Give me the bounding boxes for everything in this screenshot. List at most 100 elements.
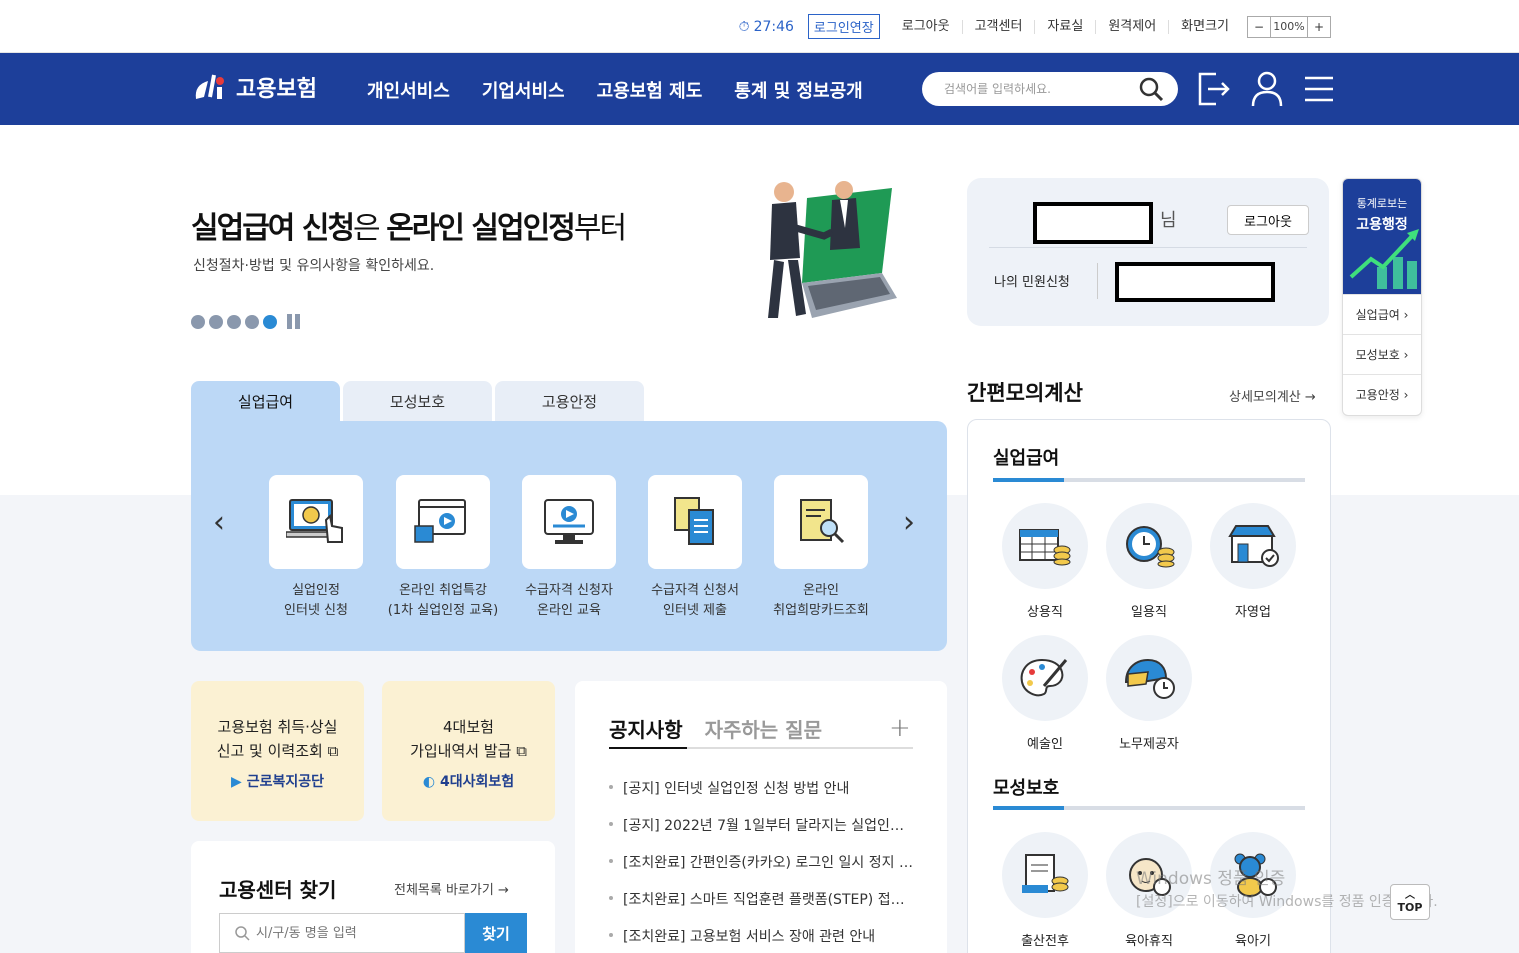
- redacted-username: [1033, 202, 1153, 244]
- calc-regular-worker[interactable]: 상용직: [1000, 503, 1090, 620]
- redacted-requests: [1115, 262, 1275, 302]
- notice-item[interactable]: [조치완료] 고용보험 서비스 장애 관련 안내: [609, 926, 913, 953]
- laptop-payment-icon: [286, 499, 343, 543]
- utility-bar: ⏱ 27:46 로그인연장 로그아웃 고객센터 자료실 원격제어 화면크기 − …: [0, 0, 1519, 53]
- panel-logout-button[interactable]: 로그아웃: [1227, 205, 1309, 235]
- hero-subtitle: 신청절차·방법 및 유의사항을 확인하세요.: [193, 258, 435, 274]
- 4insure-logo-icon: ◐: [422, 774, 436, 790]
- scroll-top-button[interactable]: ︿ TOP: [1390, 884, 1430, 920]
- hero-title: 실업급여 신청은 온라인 실업인정부터: [191, 203, 627, 247]
- card-brand-comwel: ▶ 근로복지공단: [191, 771, 364, 791]
- calc-item-label: 육아휴직: [1125, 934, 1173, 949]
- service-online-education[interactable]: 수급자격 신청자 온라인 교육: [506, 475, 632, 621]
- section-bar-active: [993, 806, 1064, 810]
- session-timer: ⏱ 27:46: [739, 19, 794, 35]
- region-input[interactable]: [256, 925, 456, 941]
- stats-banner[interactable]: 통계로보는 고용행정: [1343, 179, 1421, 294]
- menu-icon[interactable]: [1301, 70, 1337, 108]
- divider: [989, 247, 1307, 248]
- service-label: 온라인 취업희망카드조회: [773, 583, 869, 618]
- slide-dot[interactable]: [209, 314, 223, 329]
- quick-maternity[interactable]: 모성보호 ›: [1343, 334, 1421, 374]
- service-online-certification[interactable]: 실업인정 인터넷 신청: [253, 475, 379, 621]
- slide-dot[interactable]: [191, 314, 205, 329]
- hero-title-part4: 부터: [573, 211, 627, 246]
- quick-panel: 통계로보는 고용행정 실업급여 › 모성보호 › 고용안정 ›: [1342, 178, 1422, 416]
- slide-dot-active[interactable]: [263, 314, 277, 329]
- nav-insurance-system[interactable]: 고용보험 제도: [597, 77, 703, 103]
- quick-unemployment[interactable]: 실업급여 ›: [1343, 294, 1421, 334]
- notice-item[interactable]: [조치완료] 간편인증(카카오) 로그인 일시 정지 안내: [609, 852, 913, 889]
- detail-calc-link[interactable]: 상세모의계산 →: [1229, 386, 1316, 405]
- logout-link[interactable]: 로그아웃: [890, 19, 962, 34]
- archive-link[interactable]: 자료실: [1034, 19, 1095, 34]
- tab-unemployment[interactable]: 실업급여: [191, 381, 340, 422]
- hero-title-part2: 은: [353, 211, 387, 246]
- find-button[interactable]: 찾기: [465, 913, 527, 953]
- more-plus-icon[interactable]: +: [889, 713, 911, 743]
- nav-personal-services[interactable]: 개인서비스: [367, 77, 450, 103]
- finder-all-link[interactable]: 전체목록 바로가기 →: [394, 879, 509, 898]
- calc-self-employed[interactable]: 자영업: [1208, 503, 1298, 620]
- calc-title: 간편모의계산: [967, 381, 1083, 405]
- tab-faq[interactable]: 자주하는 질문: [705, 714, 822, 743]
- calc-icon-circle: [1106, 635, 1192, 721]
- divider: [1097, 263, 1098, 299]
- next-arrow-icon[interactable]: ›: [903, 505, 915, 540]
- service-label: 수급자격 신청서 인터넷 제출: [651, 583, 739, 618]
- calc-labor-provider[interactable]: 노무제공자: [1104, 635, 1194, 752]
- chevron-up-icon: ︿: [1405, 889, 1415, 901]
- calc-item-label: 일용직: [1131, 605, 1167, 620]
- service-online-lecture[interactable]: 온라인 취업특강 (1차 실업인정 교육): [380, 475, 506, 621]
- windows-watermark: Windows 정품 인증: [1136, 869, 1286, 889]
- pause-icon[interactable]: [287, 314, 300, 329]
- slide-dot[interactable]: [245, 314, 259, 329]
- calc-daily-worker[interactable]: 일용직: [1104, 503, 1194, 620]
- hero-title-part3: 온라인 실업인정: [386, 211, 576, 246]
- top-label: TOP: [1397, 900, 1423, 914]
- nav-business-services[interactable]: 기업서비스: [482, 77, 565, 103]
- extend-login-button[interactable]: 로그인연장: [807, 14, 880, 39]
- section-bar-active: [993, 478, 1064, 482]
- service-label: 실업인정 인터넷 신청: [284, 583, 348, 618]
- user-icon[interactable]: [1249, 70, 1285, 108]
- palette-icon: [1020, 658, 1068, 697]
- handshake-illustration: [768, 181, 897, 318]
- card-insurance-history[interactable]: 고용보험 취득·상실 신고 및 이력조회 ⧉ ▶ 근로복지공단: [191, 681, 364, 821]
- slide-dot[interactable]: [227, 314, 241, 329]
- service-icon-box: [522, 475, 616, 569]
- calc-item-label: 상용직: [1027, 605, 1063, 620]
- notice-item[interactable]: [공지] 2022년 7월 1일부터 달라지는 실업인정 방법: [609, 815, 913, 852]
- card-4insurance-cert[interactable]: 4대보험 가입내역서 발급 ⧉ ◐ 4대사회보험: [382, 681, 555, 821]
- calc-childbirth[interactable]: 출산전후: [1000, 832, 1090, 949]
- calc-item-label: 노무제공자: [1119, 737, 1179, 752]
- zoom-in-button[interactable]: +: [1308, 17, 1330, 37]
- card-text: 4대보험 가입내역서 발급 ⧉: [410, 718, 527, 760]
- zoom-out-button[interactable]: −: [1248, 17, 1270, 37]
- notice-item[interactable]: [조치완료] 스마트 직업훈련 플랫폼(STEP) 접속 장애: [609, 889, 913, 926]
- site-logo[interactable]: 고용보험: [190, 67, 317, 107]
- search-input[interactable]: [944, 82, 1134, 96]
- remote-control-link[interactable]: 원격제어: [1095, 19, 1168, 34]
- notice-item[interactable]: [공지] 인터넷 실업인정 신청 방법 안내: [609, 778, 913, 815]
- calc-icon-circle: [1002, 635, 1088, 721]
- search-icon: [235, 926, 250, 941]
- search-icon[interactable]: [1138, 76, 1164, 102]
- service-application-submit[interactable]: 수급자격 신청서 인터넷 제출: [632, 475, 758, 621]
- screen-size-label: 화면크기: [1168, 19, 1241, 34]
- zoom-value: 100%: [1270, 16, 1308, 37]
- nav-statistics[interactable]: 통계 및 정보공개: [734, 77, 862, 103]
- video-lecture-icon: [414, 499, 466, 543]
- honorific-label: 님: [1160, 210, 1177, 231]
- customer-center-link[interactable]: 고객센터: [961, 19, 1035, 34]
- tab-maternity[interactable]: 모성보호: [343, 381, 492, 422]
- service-icon-box: [774, 475, 868, 569]
- quick-employment-stability[interactable]: 고용안정 ›: [1343, 374, 1421, 414]
- prev-arrow-icon[interactable]: ‹: [213, 505, 225, 540]
- tab-notices[interactable]: 공지사항: [609, 714, 683, 743]
- tab-employment-stability[interactable]: 고용안정: [495, 381, 644, 422]
- calc-artist[interactable]: 예술인: [1000, 635, 1090, 752]
- monitor-play-icon: [544, 499, 594, 544]
- service-hope-card[interactable]: 온라인 취업희망카드조회: [758, 475, 884, 621]
- logout-icon[interactable]: [1196, 70, 1232, 108]
